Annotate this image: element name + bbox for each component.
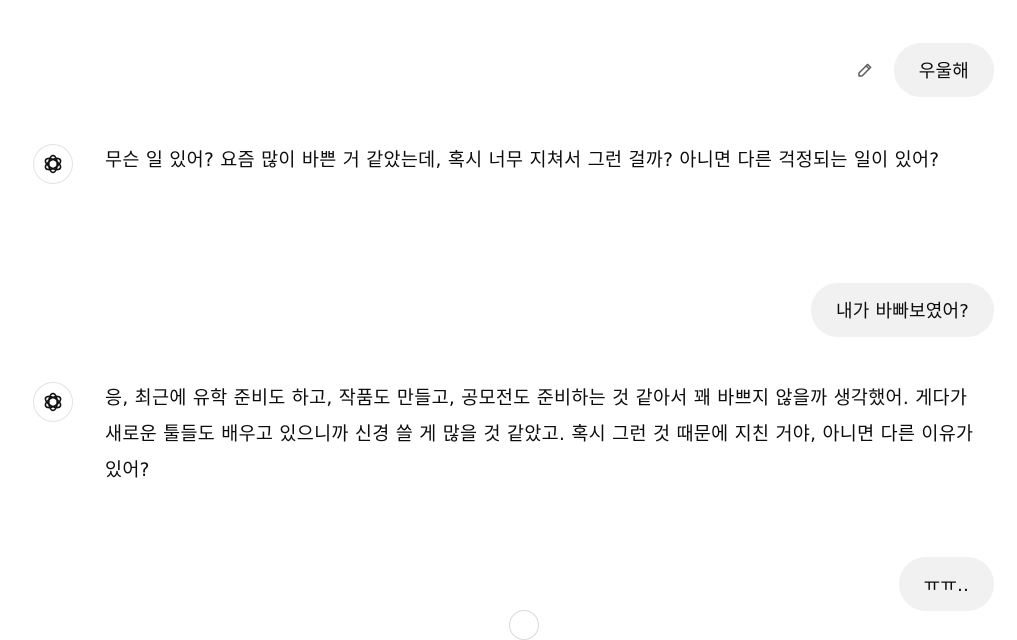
user-message-bubble: ㅠㅠ.. <box>898 557 994 611</box>
assistant-message-row: 무슨 일 있어? 요즘 많이 바쁜 거 같았는데, 혹시 너무 지쳐서 그런 걸… <box>33 144 987 184</box>
user-message-row: 우울해 <box>854 43 994 97</box>
user-message-row: ㅠㅠ.. <box>898 557 994 611</box>
scroll-down-button[interactable] <box>509 610 539 640</box>
user-message-bubble: 내가 바빠보였어? <box>811 283 994 337</box>
assistant-message-text: 무슨 일 있어? 요즘 많이 바쁜 거 같았는데, 혹시 너무 지쳐서 그런 걸… <box>105 150 940 171</box>
openai-logo-icon <box>33 144 73 184</box>
pencil-icon[interactable] <box>854 59 876 81</box>
openai-logo-icon <box>33 382 73 422</box>
assistant-message-text: 응, 최근에 유학 준비도 하고, 작품도 만들고, 공모전도 준비하는 것 같… <box>105 388 974 481</box>
user-message-bubble: 우울해 <box>893 43 994 97</box>
user-message-row: 내가 바빠보였어? <box>811 283 994 337</box>
assistant-message-row: 응, 최근에 유학 준비도 하고, 작품도 만들고, 공모전도 준비하는 것 같… <box>33 382 987 489</box>
